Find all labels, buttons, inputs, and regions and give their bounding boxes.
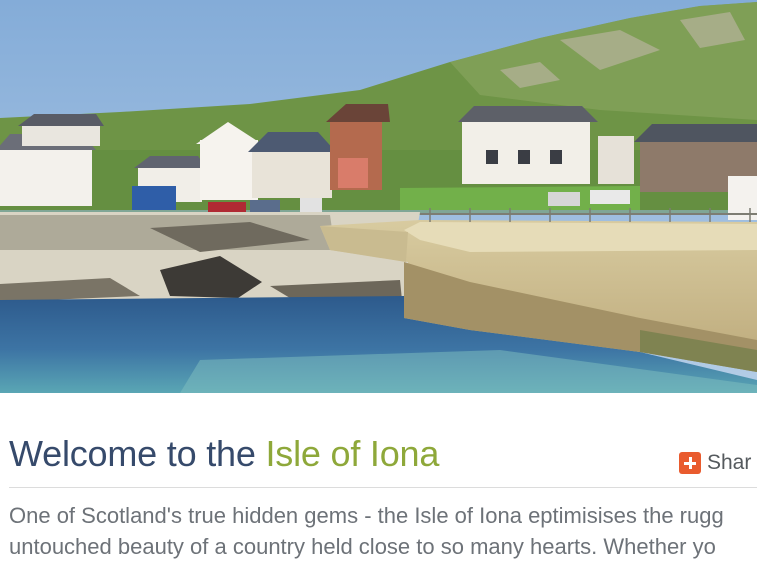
share-label: Shar <box>707 451 752 474</box>
title-highlight: Isle of Iona <box>265 433 440 474</box>
intro-line-2: untouched beauty of a country held close… <box>9 534 716 559</box>
share-button[interactable]: Shar <box>679 450 751 476</box>
iona-harbour-photo <box>0 0 757 393</box>
intro-paragraph: One of Scotland's true hidden gems - the… <box>9 500 757 562</box>
divider <box>9 487 757 488</box>
intro-line-1: One of Scotland's true hidden gems - the… <box>9 503 724 528</box>
plus-icon <box>679 452 701 474</box>
title-row: Welcome to the Isle of Iona Shar <box>0 393 757 483</box>
hero-image <box>0 0 757 393</box>
title-prefix: Welcome to the <box>9 433 266 474</box>
page-title: Welcome to the Isle of Iona <box>9 432 439 476</box>
